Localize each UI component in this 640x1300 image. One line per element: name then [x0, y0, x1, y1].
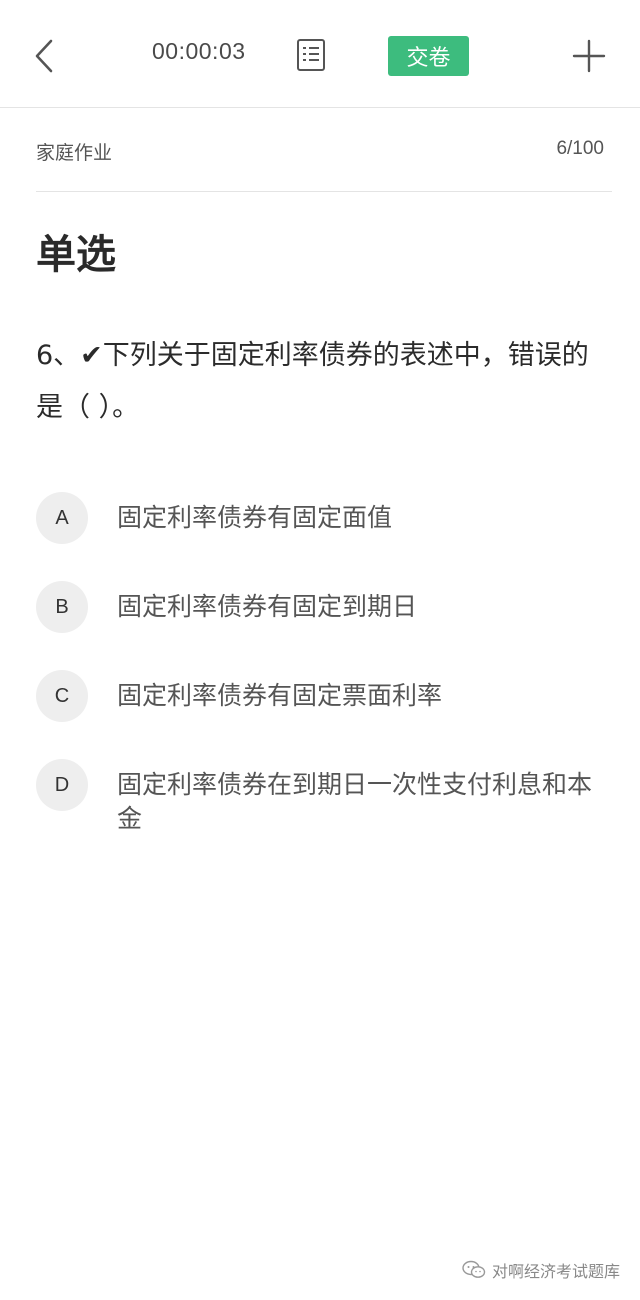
- option-letter-badge: A: [36, 492, 88, 544]
- chevron-left-icon: [35, 39, 53, 73]
- option-text: 固定利率债券有固定到期日: [117, 592, 418, 621]
- submit-exam-button[interactable]: 交卷: [388, 36, 469, 76]
- option-b[interactable]: B 固定利率债券有固定到期日: [36, 581, 610, 633]
- question-progress: 6/100: [556, 138, 604, 159]
- category-label: 家庭作业: [36, 142, 113, 164]
- sub-header: 家庭作业 6/100: [36, 108, 612, 192]
- option-d[interactable]: D 固定利率债券在到期日一次性支付利息和本金: [36, 759, 610, 836]
- option-letter-badge: D: [36, 759, 88, 811]
- answer-sheet-icon: [297, 39, 325, 71]
- timer: 00:00:03: [152, 38, 246, 64]
- option-a[interactable]: A 固定利率债券有固定面值: [36, 492, 610, 544]
- back-button[interactable]: [22, 30, 66, 82]
- option-letter-badge: B: [36, 581, 88, 633]
- question-type-title: 单选: [36, 232, 116, 278]
- option-text: 固定利率债券在到期日一次性支付利息和本金: [117, 770, 593, 833]
- top-bar: 00:00:03 交卷: [0, 0, 640, 108]
- options-list: A 固定利率债券有固定面值 B 固定利率债券有固定到期日 C 固定利率债券有固定…: [36, 492, 610, 873]
- option-text: 固定利率债券有固定票面利率: [117, 681, 443, 710]
- watermark-text: 对啊经济考试题库: [491, 1262, 620, 1281]
- option-c[interactable]: C 固定利率债券有固定票面利率: [36, 670, 610, 722]
- plus-icon: [572, 39, 606, 73]
- answer-sheet-button[interactable]: [292, 34, 330, 76]
- question-text: 6、✔下列关于固定利率债券的表述中，错误的是（ ）。: [36, 340, 589, 423]
- option-text: 固定利率债券有固定面值: [117, 503, 393, 532]
- watermark: 对啊经济考试题库: [462, 1258, 620, 1282]
- add-button[interactable]: [566, 34, 612, 78]
- option-letter-badge: C: [36, 670, 88, 722]
- wechat-icon: [462, 1260, 486, 1280]
